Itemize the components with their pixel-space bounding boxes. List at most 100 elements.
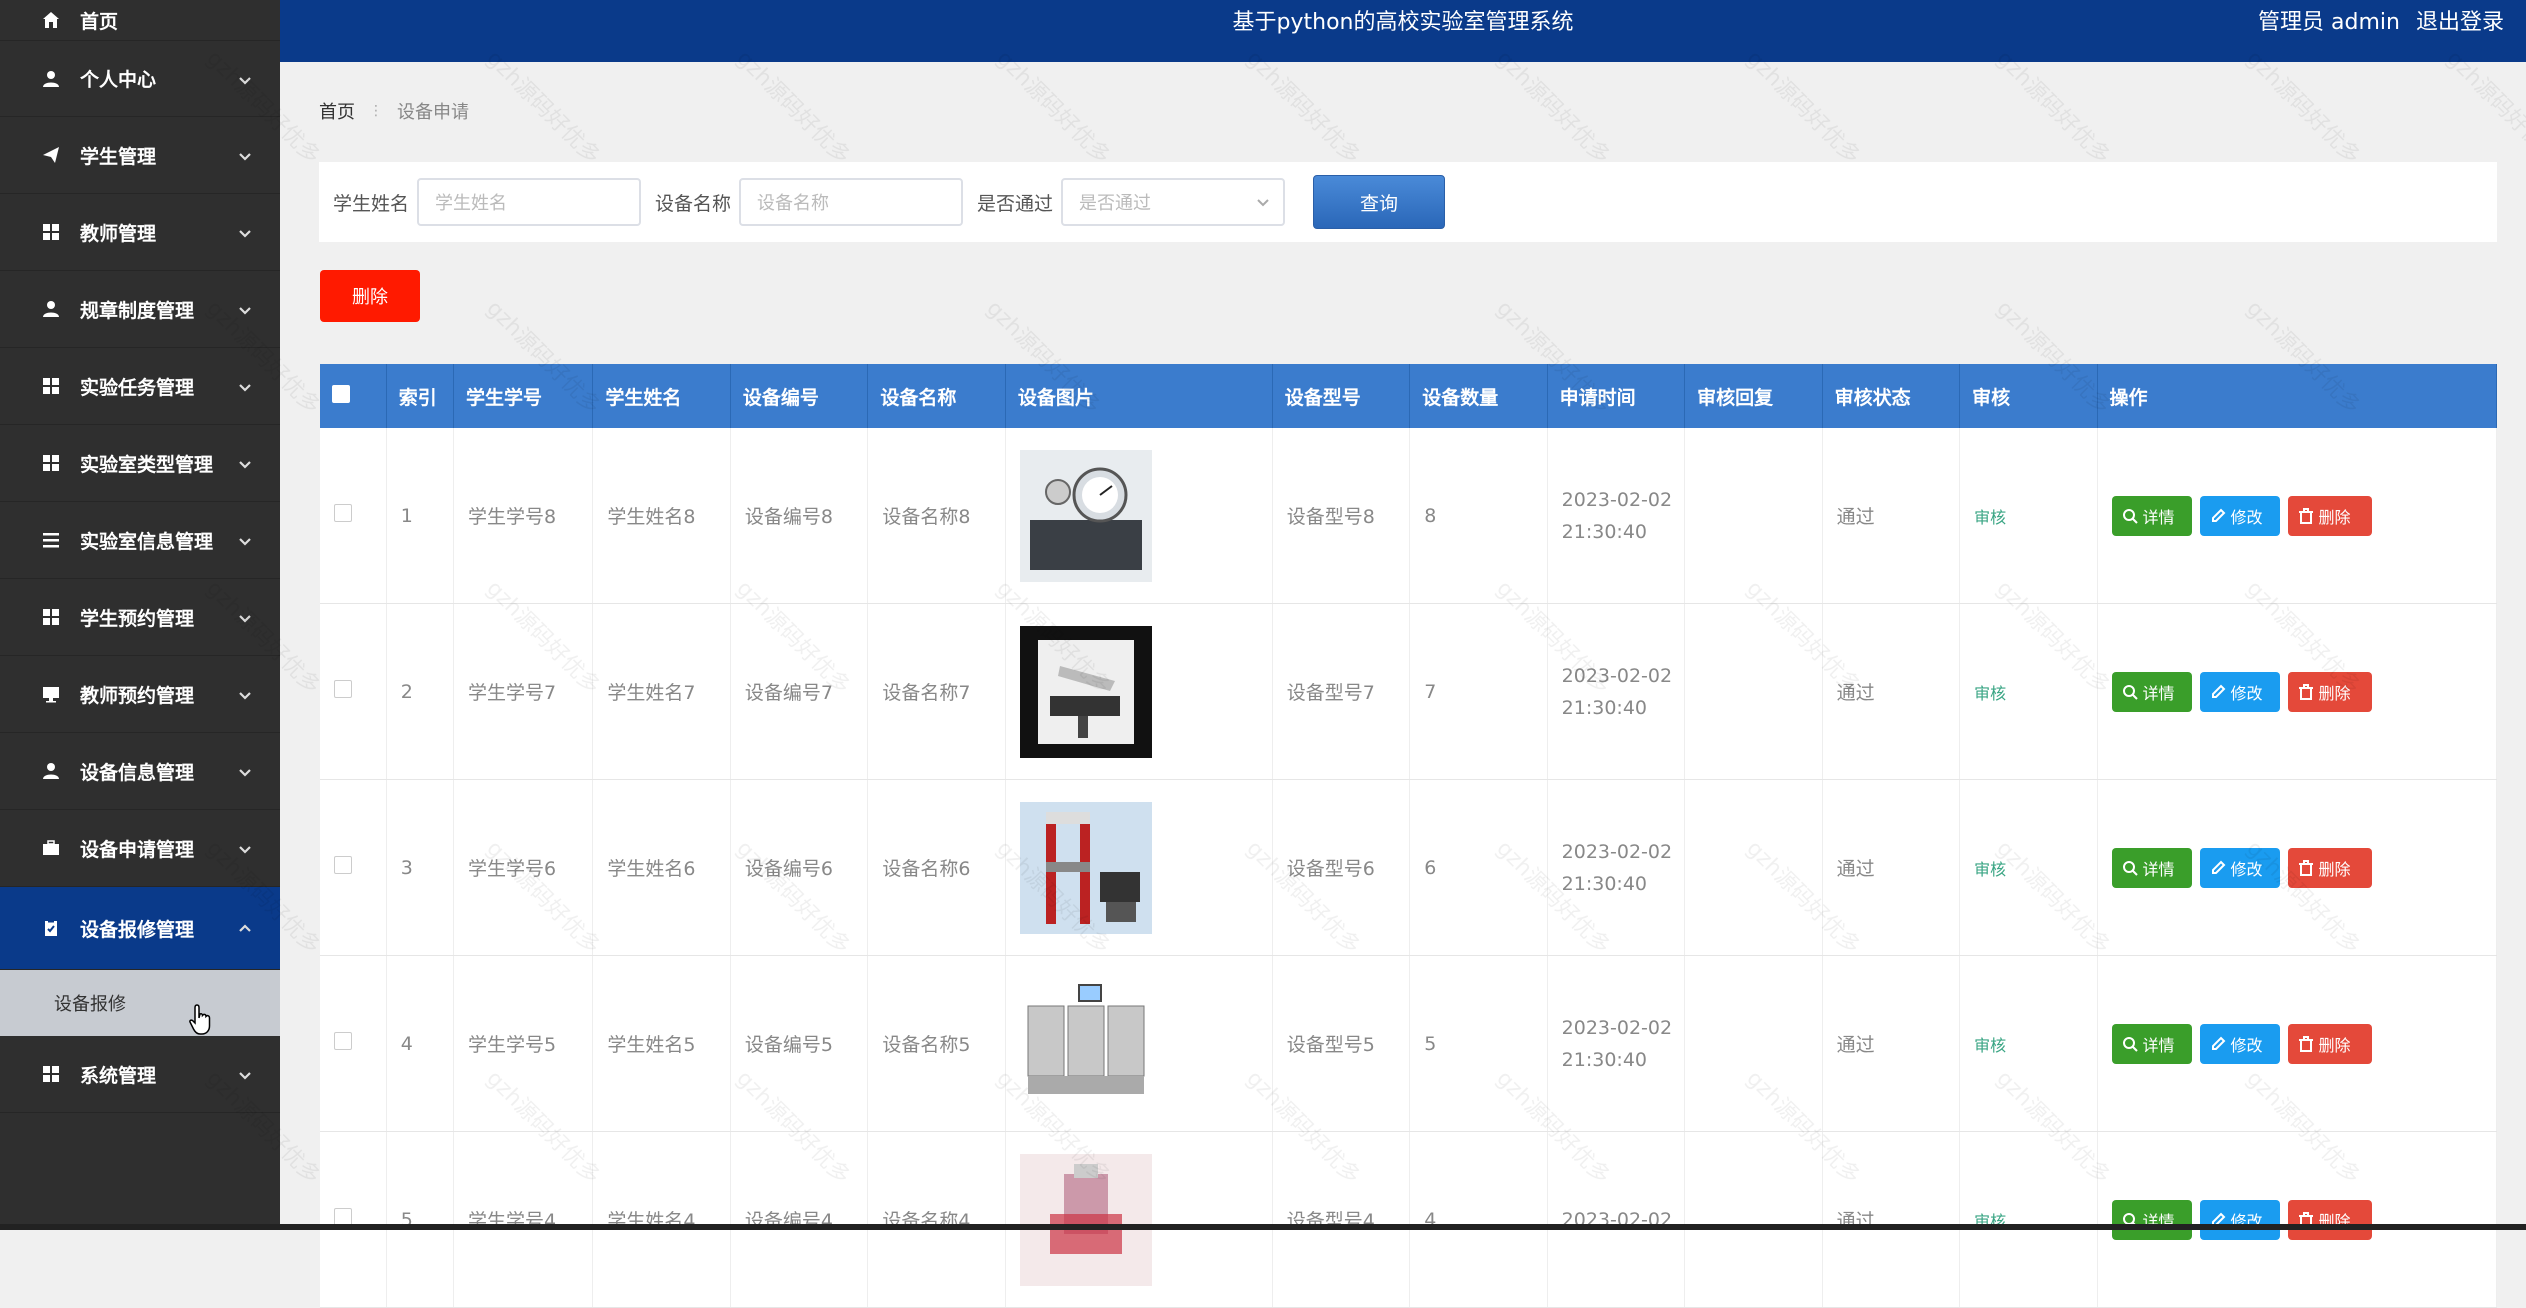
detail-button[interactable]: 详情 xyxy=(2111,1023,2192,1064)
row-checkbox-cell[interactable] xyxy=(320,779,387,956)
cell-student-no: 学生学号5 xyxy=(453,955,594,1132)
cell-audit: 审核 xyxy=(1959,1131,2098,1308)
sidebar-item-home[interactable]: 首页 xyxy=(0,0,280,41)
edit-button[interactable]: 修改 xyxy=(2199,1023,2280,1064)
sidebar-item-teacher-booking[interactable]: 教师预约管理 xyxy=(0,656,280,733)
cell-student-no: 学生学号4 xyxy=(453,1131,594,1308)
table-row: 3 学生学号6 学生姓名6 设备编号6 设备名称6 设备型号6 6 2023-02-02 21:… xyxy=(320,779,2498,956)
select-all-checkbox-cell[interactable] xyxy=(320,364,387,428)
row-checkbox-cell[interactable] xyxy=(320,1131,387,1308)
chevron-down-icon xyxy=(238,377,252,392)
logout-link[interactable]: 退出登录 xyxy=(2416,10,2504,35)
user-icon xyxy=(40,68,62,90)
data-table: 索引 学生学号 学生姓名 设备编号 设备名称 设备图片 设备型号 设备数量 申请… xyxy=(320,364,2498,1308)
device-image[interactable] xyxy=(1019,1153,1152,1286)
column-header: 申请时间 xyxy=(1547,364,1686,428)
detail-button[interactable]: 详情 xyxy=(2111,1199,2192,1240)
edit-button[interactable]: 修改 xyxy=(2199,847,2280,888)
sidebar-item-teachers[interactable]: 教师管理 xyxy=(0,194,280,271)
cell-apply-time: 2023-02-02 21:30:40 xyxy=(1547,428,1686,604)
cell-reply xyxy=(1684,779,1823,956)
delete-label: 删除 xyxy=(2318,507,2351,527)
hand-cursor-icon xyxy=(188,1003,216,1037)
delete-button[interactable]: 删除 xyxy=(2287,671,2372,712)
cell-device-name: 设备名称5 xyxy=(867,955,1006,1132)
edit-button[interactable]: 修改 xyxy=(2199,495,2280,536)
audit-link[interactable]: 审核 xyxy=(1974,860,2006,879)
breadcrumb-separator-icon: ⋮ xyxy=(369,103,383,119)
detail-label: 详情 xyxy=(2142,859,2175,879)
breadcrumb-home[interactable]: 首页 xyxy=(319,98,355,124)
cell-audit: 审核 xyxy=(1959,779,2098,956)
sidebar-item-label: 教师预约管理 xyxy=(80,684,195,707)
row-checkbox[interactable] xyxy=(334,504,352,522)
cell-reply xyxy=(1684,603,1823,780)
sidebar-item-lab-types[interactable]: 实验室类型管理 xyxy=(0,425,280,502)
row-checkbox-cell[interactable] xyxy=(320,428,387,604)
chevron-down-icon xyxy=(238,839,252,854)
cell-device-name: 设备名称8 xyxy=(867,428,1006,604)
student-name-input[interactable]: 学生姓名 xyxy=(417,178,642,226)
edit-button[interactable]: 修改 xyxy=(2199,1199,2280,1240)
table-header-row: 索引 学生学号 学生姓名 设备编号 设备名称 设备图片 设备型号 设备数量 申请… xyxy=(320,364,2498,428)
sidebar-item-system[interactable]: 系统管理 xyxy=(0,1036,280,1113)
select-all-checkbox[interactable] xyxy=(332,384,350,403)
row-checkbox[interactable] xyxy=(334,856,352,874)
column-header: 设备型号 xyxy=(1272,364,1411,428)
cell-actions: 详情 修改 删除 xyxy=(2097,779,2498,956)
delete-button[interactable]: 删除 xyxy=(2287,1023,2372,1064)
clipboard-icon xyxy=(40,917,62,939)
submenu-item-device-repair[interactable]: 设备报修 xyxy=(0,970,280,1036)
detail-button[interactable]: 详情 xyxy=(2111,847,2192,888)
sidebar-item-student-booking[interactable]: 学生预约管理 xyxy=(0,579,280,656)
device-name-label: 设备名称 xyxy=(655,192,732,215)
cell-status: 通过 xyxy=(1822,955,1961,1132)
bulk-delete-button[interactable]: 删除 xyxy=(320,270,420,322)
sidebar-item-device-apply[interactable]: 设备申请管理 xyxy=(0,810,280,887)
sidebar-item-label: 实验室信息管理 xyxy=(80,530,214,553)
device-name-input[interactable]: 设备名称 xyxy=(739,178,964,226)
sidebar-item-label: 实验室类型管理 xyxy=(80,453,214,476)
audit-link[interactable]: 审核 xyxy=(1974,684,2006,703)
detail-button[interactable]: 详情 xyxy=(2111,495,2192,536)
column-header: 设备数量 xyxy=(1409,364,1548,428)
detail-button[interactable]: 详情 xyxy=(2111,671,2192,712)
app-title: 基于python的高校实验室管理系统 xyxy=(1232,10,1574,35)
sidebar-item-experiment-tasks[interactable]: 实验任务管理 xyxy=(0,348,280,425)
cell-device-no: 设备编号6 xyxy=(730,779,869,956)
device-image[interactable] xyxy=(1019,801,1152,934)
cell-model: 设备型号5 xyxy=(1272,955,1411,1132)
cell-device-no: 设备编号7 xyxy=(730,603,869,780)
row-checkbox-cell[interactable] xyxy=(320,603,387,780)
passed-select[interactable]: 是否通过 xyxy=(1061,178,1286,226)
sidebar-item-personal[interactable]: 个人中心 xyxy=(0,41,280,117)
query-button[interactable]: 查询 xyxy=(1313,175,1446,229)
cell-qty: 6 xyxy=(1409,779,1548,956)
cell-device-image xyxy=(1005,603,1273,780)
sidebar-item-students[interactable]: 学生管理 xyxy=(0,117,280,194)
grid-icon xyxy=(40,452,62,474)
audit-link[interactable]: 审核 xyxy=(1974,1036,2006,1055)
sidebar-item-device-repair[interactable]: 设备报修管理 xyxy=(0,887,280,970)
row-checkbox[interactable] xyxy=(334,1032,352,1050)
sidebar-item-lab-info[interactable]: 实验室信息管理 xyxy=(0,502,280,579)
sidebar-item-device-info[interactable]: 设备信息管理 xyxy=(0,733,280,810)
device-image[interactable] xyxy=(1019,977,1152,1110)
delete-button[interactable]: 删除 xyxy=(2287,1199,2372,1240)
delete-label: 删除 xyxy=(2318,859,2351,879)
cell-status: 通过 xyxy=(1822,779,1961,956)
search-icon xyxy=(2122,684,2138,700)
sidebar-item-rules[interactable]: 规章制度管理 xyxy=(0,271,280,348)
delete-button[interactable]: 删除 xyxy=(2287,847,2372,888)
device-image[interactable] xyxy=(1019,625,1152,758)
edit-button[interactable]: 修改 xyxy=(2199,671,2280,712)
sidebar-item-label: 首页 xyxy=(80,10,119,33)
device-image[interactable] xyxy=(1019,449,1152,582)
row-checkbox[interactable] xyxy=(334,680,352,698)
audit-link[interactable]: 审核 xyxy=(1974,508,2006,527)
row-checkbox-cell[interactable] xyxy=(320,955,387,1132)
column-header: 设备名称 xyxy=(867,364,1006,428)
trash-icon xyxy=(2298,683,2313,700)
edit-label: 修改 xyxy=(2230,859,2263,879)
delete-button[interactable]: 删除 xyxy=(2287,495,2372,536)
